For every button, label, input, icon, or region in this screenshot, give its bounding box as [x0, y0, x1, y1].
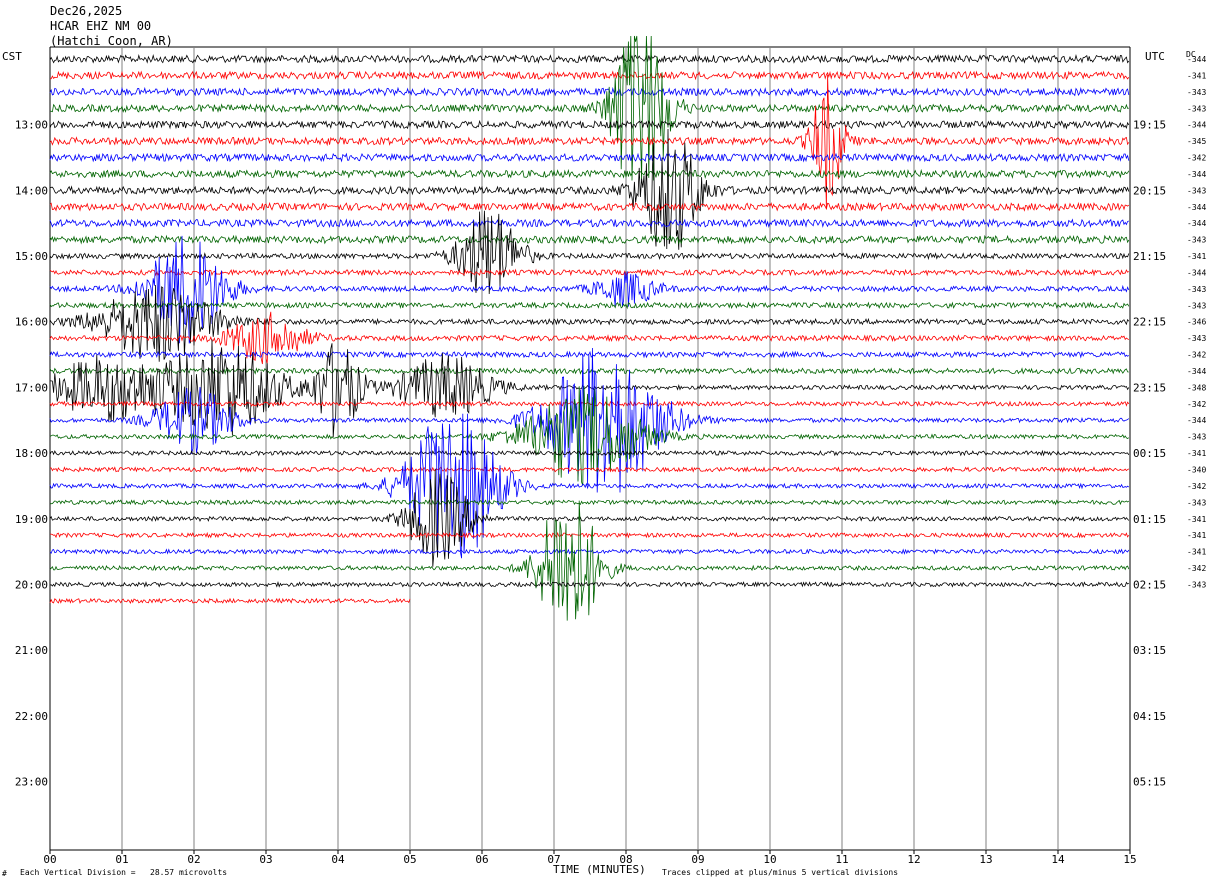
dc-offset-label: -343 [1187, 334, 1206, 343]
utc-hour-label: 00:15 [1133, 447, 1166, 460]
dc-offset-label: -342 [1187, 400, 1206, 409]
dc-offset-label: -348 [1187, 383, 1206, 392]
seismogram-chart: 00 01 02 03 04 05 06 07 08 09 10 11 12 13 14 1513:00 19:… [15, 35, 1206, 866]
vertical-division-note: Each Vertical Division = 28.57 microvolt… [20, 868, 228, 877]
dc-offset-label: -343 [1187, 433, 1206, 442]
corner-mark: # [2, 869, 7, 878]
dc-offset-label: -345 [1187, 137, 1206, 146]
x-tick-label: 01 [115, 853, 128, 866]
x-tick-label: 15 [1123, 853, 1136, 866]
cst-hour-label: 20:00 [15, 578, 48, 591]
seismic-trace [49, 218, 1129, 229]
x-tick-label: 13 [979, 853, 992, 866]
dc-offset-label: -341 [1187, 515, 1206, 524]
dc-offset-label: -344 [1187, 416, 1206, 425]
cst-hour-label: 13:00 [15, 119, 48, 132]
dc-offset-label: -346 [1187, 318, 1206, 327]
dc-offset-label: -343 [1187, 498, 1206, 507]
seismic-trace [49, 128, 1130, 250]
seismic-trace [49, 234, 1130, 245]
utc-hour-label: 19:15 [1133, 119, 1166, 132]
seismic-trace [49, 70, 1130, 81]
utc-hour-label: 02:15 [1133, 578, 1166, 591]
x-tick-label: 02 [187, 853, 200, 866]
utc-hour-label: 04:15 [1133, 710, 1166, 723]
seismic-trace [49, 268, 1130, 277]
cst-hour-label: 21:00 [15, 644, 48, 657]
cst-hour-label: 14:00 [15, 184, 48, 197]
dc-offset-label: -343 [1187, 88, 1206, 97]
cst-hour-label: 15:00 [15, 250, 48, 263]
dc-offset-label: -341 [1187, 548, 1206, 557]
x-tick-label: 04 [331, 853, 345, 866]
dc-offset-label: -342 [1187, 564, 1206, 573]
dc-offset-label: -344 [1187, 367, 1206, 376]
utc-hour-label: 22:15 [1133, 316, 1166, 329]
seismic-trace [49, 152, 1130, 163]
dc-offset-label: -344 [1187, 268, 1206, 277]
dc-offset-label: -344 [1187, 170, 1206, 179]
utc-hour-label: 21:15 [1133, 250, 1166, 263]
x-tick-label: 00 [43, 853, 56, 866]
x-tick-label: 14 [1051, 853, 1065, 866]
seismic-trace [49, 119, 1130, 130]
x-tick-label: 05 [403, 853, 416, 866]
x-tick-label: 11 [835, 853, 848, 866]
x-tick-label: 10 [763, 853, 776, 866]
dc-offset-label: -342 [1187, 154, 1206, 163]
dc-offset-label: -343 [1187, 580, 1206, 589]
x-tick-label: 06 [475, 853, 488, 866]
dc-offset-label: -343 [1187, 285, 1206, 294]
cst-hour-label: 18:00 [15, 447, 48, 460]
seismic-trace [49, 466, 1130, 473]
dc-offset-label: -341 [1187, 71, 1206, 80]
seismic-trace [49, 548, 1130, 555]
dc-offset-label: -343 [1187, 301, 1206, 310]
cst-hour-label: 23:00 [15, 775, 48, 788]
utc-hour-label: 20:15 [1133, 184, 1166, 197]
seismic-trace [50, 531, 1130, 539]
seismic-trace [49, 449, 1130, 457]
cst-hour-label: 19:00 [15, 513, 48, 526]
x-tick-label: 03 [259, 853, 272, 866]
dc-offset-label: -343 [1187, 236, 1206, 245]
seismic-trace [49, 53, 1130, 64]
x-tick-label: 09 [691, 853, 704, 866]
seismic-trace [49, 235, 1130, 344]
seismic-trace [49, 201, 1130, 212]
dc-offset-label: -342 [1187, 482, 1206, 491]
dc-offset-label: -344 [1187, 121, 1206, 130]
cst-hour-label: 16:00 [15, 316, 48, 329]
cst-hour-label: 17:00 [15, 381, 48, 394]
x-axis-title: TIME (MINUTES) [553, 863, 646, 876]
utc-hour-label: 01:15 [1133, 513, 1166, 526]
dc-offset-label: -341 [1187, 449, 1206, 458]
seismic-trace [49, 86, 1130, 97]
dc-offset-label: -344 [1187, 55, 1206, 64]
clipping-note: Traces clipped at plus/minus 5 vertical … [662, 868, 899, 877]
seismic-trace [49, 597, 411, 604]
dc-offset-label: -342 [1187, 351, 1206, 360]
utc-hour-label: 05:15 [1133, 775, 1166, 788]
seismic-trace [49, 499, 1130, 506]
dc-offset-label: -344 [1187, 219, 1206, 228]
dc-offset-label: -341 [1187, 252, 1206, 261]
utc-hour-label: 23:15 [1133, 381, 1166, 394]
dc-offset-label: -343 [1187, 186, 1206, 195]
dc-offset-label: -343 [1187, 104, 1206, 113]
dc-offset-label: -341 [1187, 531, 1206, 540]
cst-hour-label: 22:00 [15, 710, 48, 723]
dc-offset-label: -344 [1187, 203, 1206, 212]
dc-offset-label: -340 [1187, 466, 1206, 475]
utc-hour-label: 03:15 [1133, 644, 1166, 657]
x-tick-label: 12 [907, 853, 920, 866]
seismic-trace [49, 168, 1130, 180]
